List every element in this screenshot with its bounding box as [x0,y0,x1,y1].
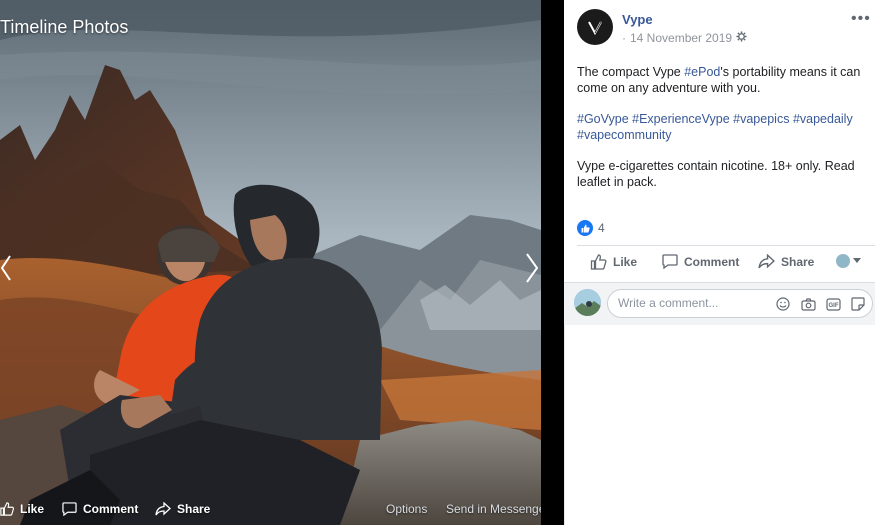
photo-like-label: Like [20,502,45,516]
post-hashtags: #GoVype #ExperienceVype #vapepics #vaped… [577,111,872,143]
privacy-icon[interactable] [736,31,747,45]
post-body: The compact Vype #ePod's portability mea… [577,64,872,205]
post-paragraph-1: The compact Vype #ePod's portability mea… [577,64,872,96]
post-photo [0,0,541,525]
sticker-icon[interactable] [850,296,866,312]
profile-thumbnail-icon [836,254,850,268]
photo-comment-button[interactable]: Comment [62,502,138,516]
photo-share-button[interactable]: Share [155,502,210,516]
comment-as-selector[interactable] [836,254,861,268]
photo-share-label: Share [177,502,211,516]
thumbs-up-icon [590,254,607,270]
gif-icon[interactable]: GIF [825,296,841,312]
comment-composer: GIF [564,283,875,325]
thumbs-up-icon [0,502,14,516]
hashtag-link[interactable]: #ExperienceVype [632,112,730,126]
comment-input[interactable] [618,296,768,310]
hashtag-link[interactable]: #vapedaily [793,112,853,126]
camera-icon[interactable] [800,296,816,312]
viewer-divider [541,0,564,525]
comment-bubble-icon [62,502,77,516]
hashtag-link[interactable]: #vapecommunity [577,128,672,142]
post-options-button[interactable]: ••• [851,10,871,28]
page-avatar[interactable] [577,9,613,45]
meta-separator: · [622,31,626,45]
reaction-count: 4 [598,221,605,235]
photo-options-link[interactable]: Options [386,502,427,516]
send-in-messenger-link[interactable]: Send in Messenger [446,502,541,516]
comment-bubble-icon [662,254,678,269]
like-reaction-icon [577,220,593,236]
comment-button[interactable]: Comment [662,254,739,269]
photo-viewer: Timeline Photos Like Comment Share Optio… [0,0,541,525]
post-meta: · 14 November 2019 [622,31,747,45]
emoji-icon[interactable] [775,296,791,312]
chevron-left-icon [0,255,11,281]
comment-label: Comment [684,254,740,269]
hashtag-link[interactable]: #GoVype [577,112,629,126]
next-photo-button[interactable] [519,250,541,286]
post-panel: Vype · 14 November 2019 ••• The compact … [564,0,875,525]
like-label: Like [613,255,638,269]
reaction-summary[interactable]: 4 [577,220,605,236]
comment-input-tools: GIF [775,296,866,312]
divider [577,245,875,246]
photo-action-bar: Like Comment Share Options Send in Messe… [0,493,541,525]
panel-empty-area [564,325,875,525]
previous-photo-button[interactable] [0,250,14,286]
photo-comment-label: Comment [83,502,139,516]
post-date[interactable]: 14 November 2019 [630,31,732,45]
photo-like-button[interactable]: Like [0,502,44,516]
post-warning: Vype e-cigarettes contain nicotine. 18+ … [577,159,855,189]
hashtag-link[interactable]: #ePod [684,65,720,79]
svg-text:GIF: GIF [828,303,838,309]
chevron-right-icon [526,253,539,283]
share-button[interactable]: Share [758,254,814,269]
post-action-bar: Like Comment Share [577,248,875,280]
hashtag-link[interactable]: #vapepics [733,112,789,126]
share-arrow-icon [758,254,775,269]
page-name-link[interactable]: Vype [622,12,653,27]
caret-down-icon [853,258,861,263]
viewer-title: Timeline Photos [0,17,129,37]
like-button[interactable]: Like [590,254,637,270]
user-avatar[interactable] [574,289,601,316]
vype-logo-icon [588,21,602,36]
share-arrow-icon [155,502,171,516]
post-text-start: The compact Vype [577,65,685,79]
share-label: Share [781,254,815,269]
comment-input-wrapper: GIF [607,289,873,318]
